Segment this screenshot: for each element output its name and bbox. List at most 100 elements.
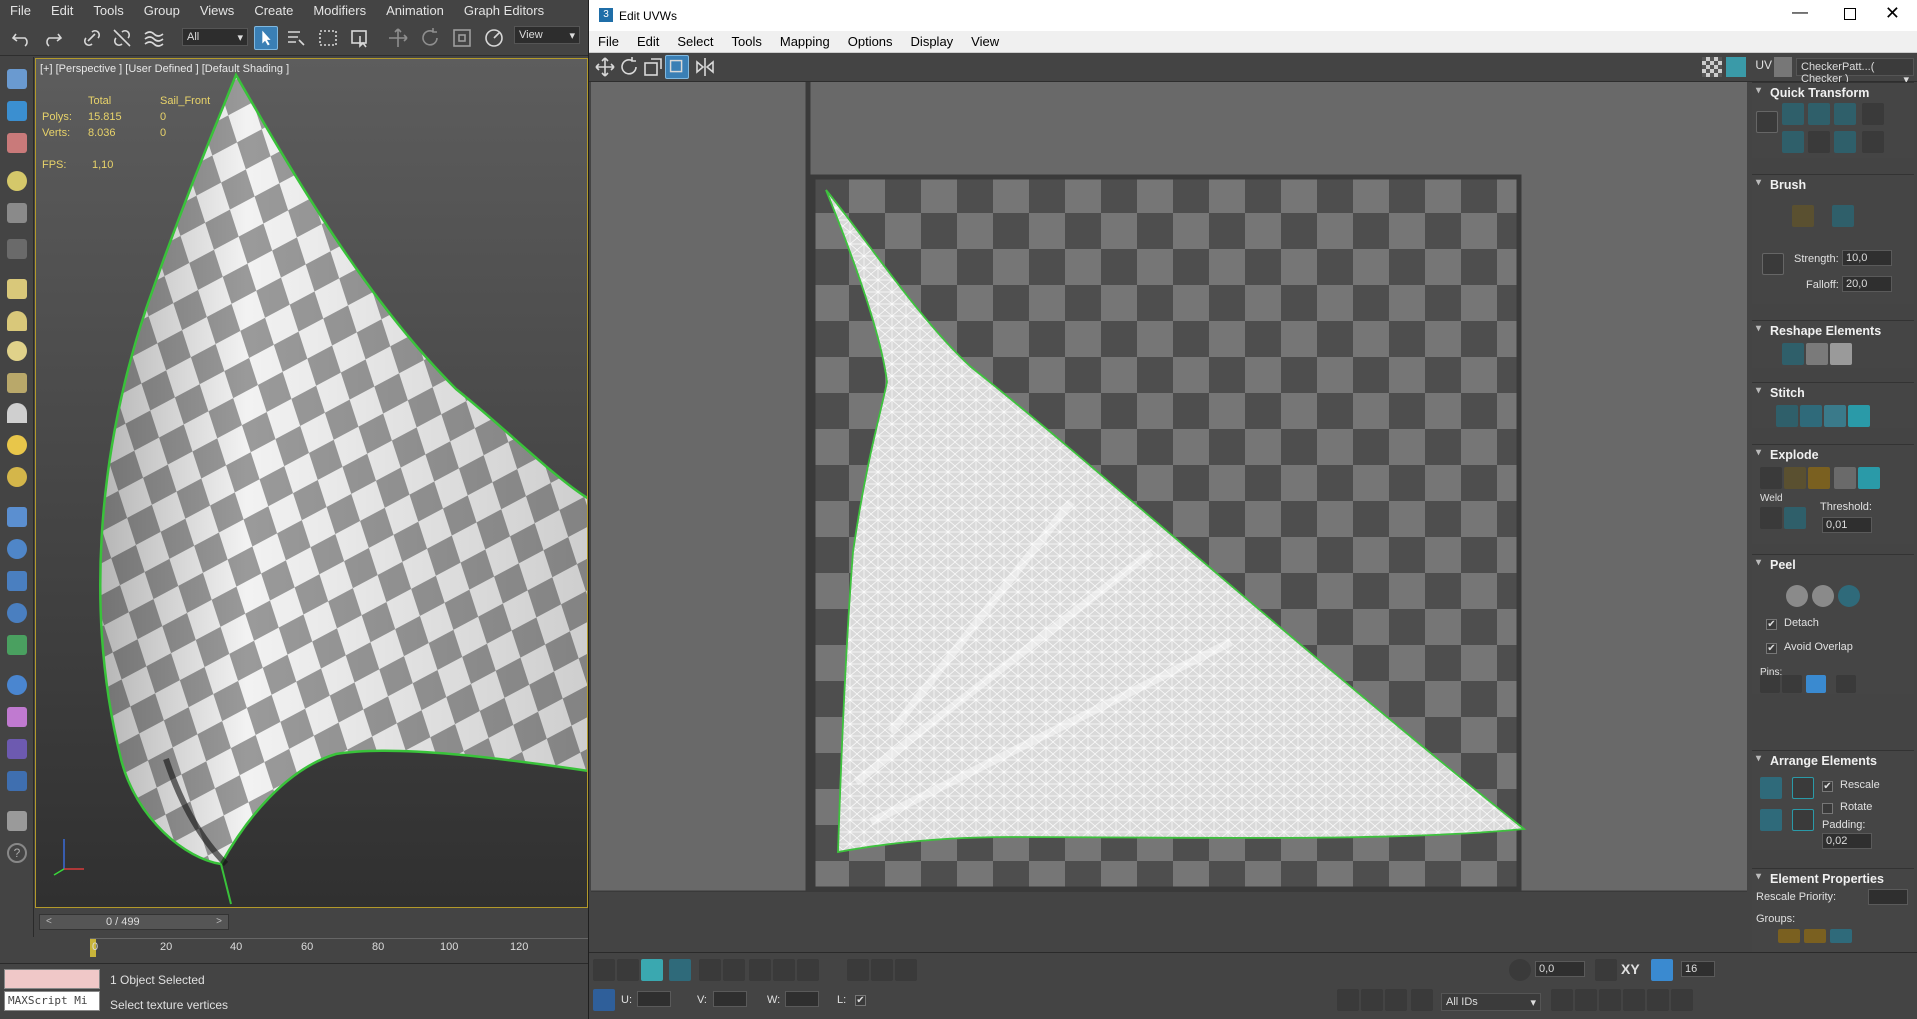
dynamics-icon[interactable] [7,539,27,559]
undo-icon[interactable] [10,26,34,50]
lock-icon[interactable] [1337,989,1359,1011]
time-slider-next-icon[interactable]: > [216,916,222,927]
falloff-spinner[interactable]: 20,0 [1842,276,1892,292]
angle-spinner[interactable]: 0,0 [1535,961,1585,977]
show-map-icon[interactable] [1726,57,1746,77]
perspective-viewport[interactable]: [+] [Perspective ] [User Defined ] [Defa… [35,58,588,908]
stitch-source-icon[interactable] [1800,405,1822,427]
uv-freeform-button[interactable] [665,55,689,79]
space-vertical-icon[interactable] [1808,103,1830,125]
time-slider[interactable]: < 0 / 499 > [39,914,229,930]
pin-icon[interactable] [1760,675,1780,693]
arrange-header[interactable]: Arrange Elements [1752,751,1914,769]
uv-menu-file[interactable]: File [589,34,628,49]
reset-peel-icon[interactable] [1838,585,1860,607]
break-icon[interactable] [1760,467,1782,489]
edge-loop-icon[interactable] [797,959,819,981]
create-shape-icon[interactable] [7,101,27,121]
torus-icon[interactable] [7,467,27,487]
window-crossing-icon[interactable] [348,26,372,50]
stitch-average-icon[interactable] [1824,405,1846,427]
redo-icon[interactable] [40,26,64,50]
select-element-icon[interactable] [669,959,691,981]
w-spinner[interactable] [785,991,819,1007]
v-spinner[interactable] [713,991,747,1007]
reshape-header[interactable]: Reshape Elements [1752,321,1914,339]
uv-mirror-icon[interactable] [693,55,717,79]
avoid-overlap-checkbox[interactable]: ✔ [1766,643,1777,654]
paint-brush-icon[interactable] [1792,205,1814,227]
material-editor-icon[interactable] [7,707,27,727]
maximize-icon[interactable] [1844,8,1856,20]
foliage-icon[interactable] [7,635,27,655]
quick-peel-icon[interactable] [1786,585,1808,607]
freeze-snowflake-icon[interactable] [1411,989,1433,1011]
select-object-button[interactable] [254,26,278,50]
select-by-name-icon[interactable] [284,26,308,50]
rescale-priority-spinner[interactable] [1868,889,1908,905]
material-sphere-icon[interactable] [7,675,27,695]
link-icon[interactable] [80,26,104,50]
scale-icon[interactable] [450,26,474,50]
weld-target-icon[interactable] [1784,507,1806,529]
menu-create[interactable]: Create [244,3,303,18]
select-pins-icon[interactable] [1836,675,1856,693]
paint-select-icon[interactable] [847,959,869,981]
align-extra-icon[interactable] [1862,103,1884,125]
uv-menu-view[interactable]: View [962,34,1008,49]
maxscript-listener-top[interactable] [4,969,100,989]
particle-icon[interactable] [7,507,27,527]
uv-scale-icon[interactable] [641,55,665,79]
track-bar[interactable]: 0 20 40 60 80 100 120 [90,938,588,957]
utilities-icon[interactable] [7,811,27,831]
uv-axis-label[interactable]: UV [1755,58,1772,72]
grow-selection-icon[interactable] [699,959,721,981]
uv-rotate-icon[interactable] [617,55,641,79]
explode-header[interactable]: Explode [1752,445,1914,463]
group-add-icon[interactable] [1804,929,1826,943]
menu-edit[interactable]: Edit [41,3,83,18]
box-icon[interactable] [7,279,27,299]
bind-spacewarp-icon[interactable] [142,26,166,50]
uv-menu-mapping[interactable]: Mapping [771,34,839,49]
zoom-icon[interactable] [1551,989,1573,1011]
rect-selection-icon[interactable] [316,26,340,50]
placement-icon[interactable] [482,26,506,50]
relax-brush-icon[interactable] [1832,205,1854,227]
select-pivot-icon[interactable] [593,989,615,1011]
menu-tools[interactable]: Tools [83,3,133,18]
sun-icon[interactable] [7,435,27,455]
threshold-spinner[interactable]: 0,01 [1822,517,1872,533]
menu-graph-editors[interactable]: Graph Editors [454,3,554,18]
uv-menu-tools[interactable]: Tools [723,34,771,49]
brush-select-icon[interactable] [895,959,917,981]
filter-icon[interactable] [1385,989,1407,1011]
zoom-region-icon[interactable] [1599,989,1621,1011]
render-frame-icon[interactable] [7,133,27,153]
close-icon[interactable]: ✕ [1885,3,1900,24]
maxscript-mini-listener[interactable]: MAXScript Mi [4,991,100,1011]
padding-spinner[interactable]: 0,02 [1822,833,1872,849]
select-vertex-icon[interactable] [593,959,615,981]
quick-transform-header[interactable]: Quick Transform [1752,83,1914,101]
time-slider-prev-icon[interactable]: < [46,916,52,927]
gear-icon[interactable] [7,603,27,623]
zoom-spinner[interactable]: 16 [1681,961,1715,977]
rescale-checkbox[interactable]: ✔ [1822,781,1833,792]
stitch-custom-icon[interactable] [1776,405,1798,427]
geosphere-icon[interactable] [7,373,27,393]
rotate-ccw-icon[interactable] [1834,103,1856,125]
light-icon[interactable] [7,171,27,191]
pan-hand-icon[interactable] [1575,989,1597,1011]
xy-axis-toggle[interactable]: XY [1621,961,1640,977]
lock-uv-checkbox[interactable]: ✔ [855,995,866,1006]
snap-icon[interactable] [1509,959,1531,981]
space-horizontal-icon[interactable] [1808,131,1830,153]
flatten-cube-icon[interactable] [1830,343,1852,365]
shrink-selection-icon[interactable] [723,959,745,981]
uv-menu-select[interactable]: Select [668,34,722,49]
minimize-icon[interactable]: — [1792,4,1808,22]
unlink-icon[interactable] [110,26,134,50]
menu-group[interactable]: Group [134,3,190,18]
explode-to-elements-icon[interactable] [1834,467,1856,489]
